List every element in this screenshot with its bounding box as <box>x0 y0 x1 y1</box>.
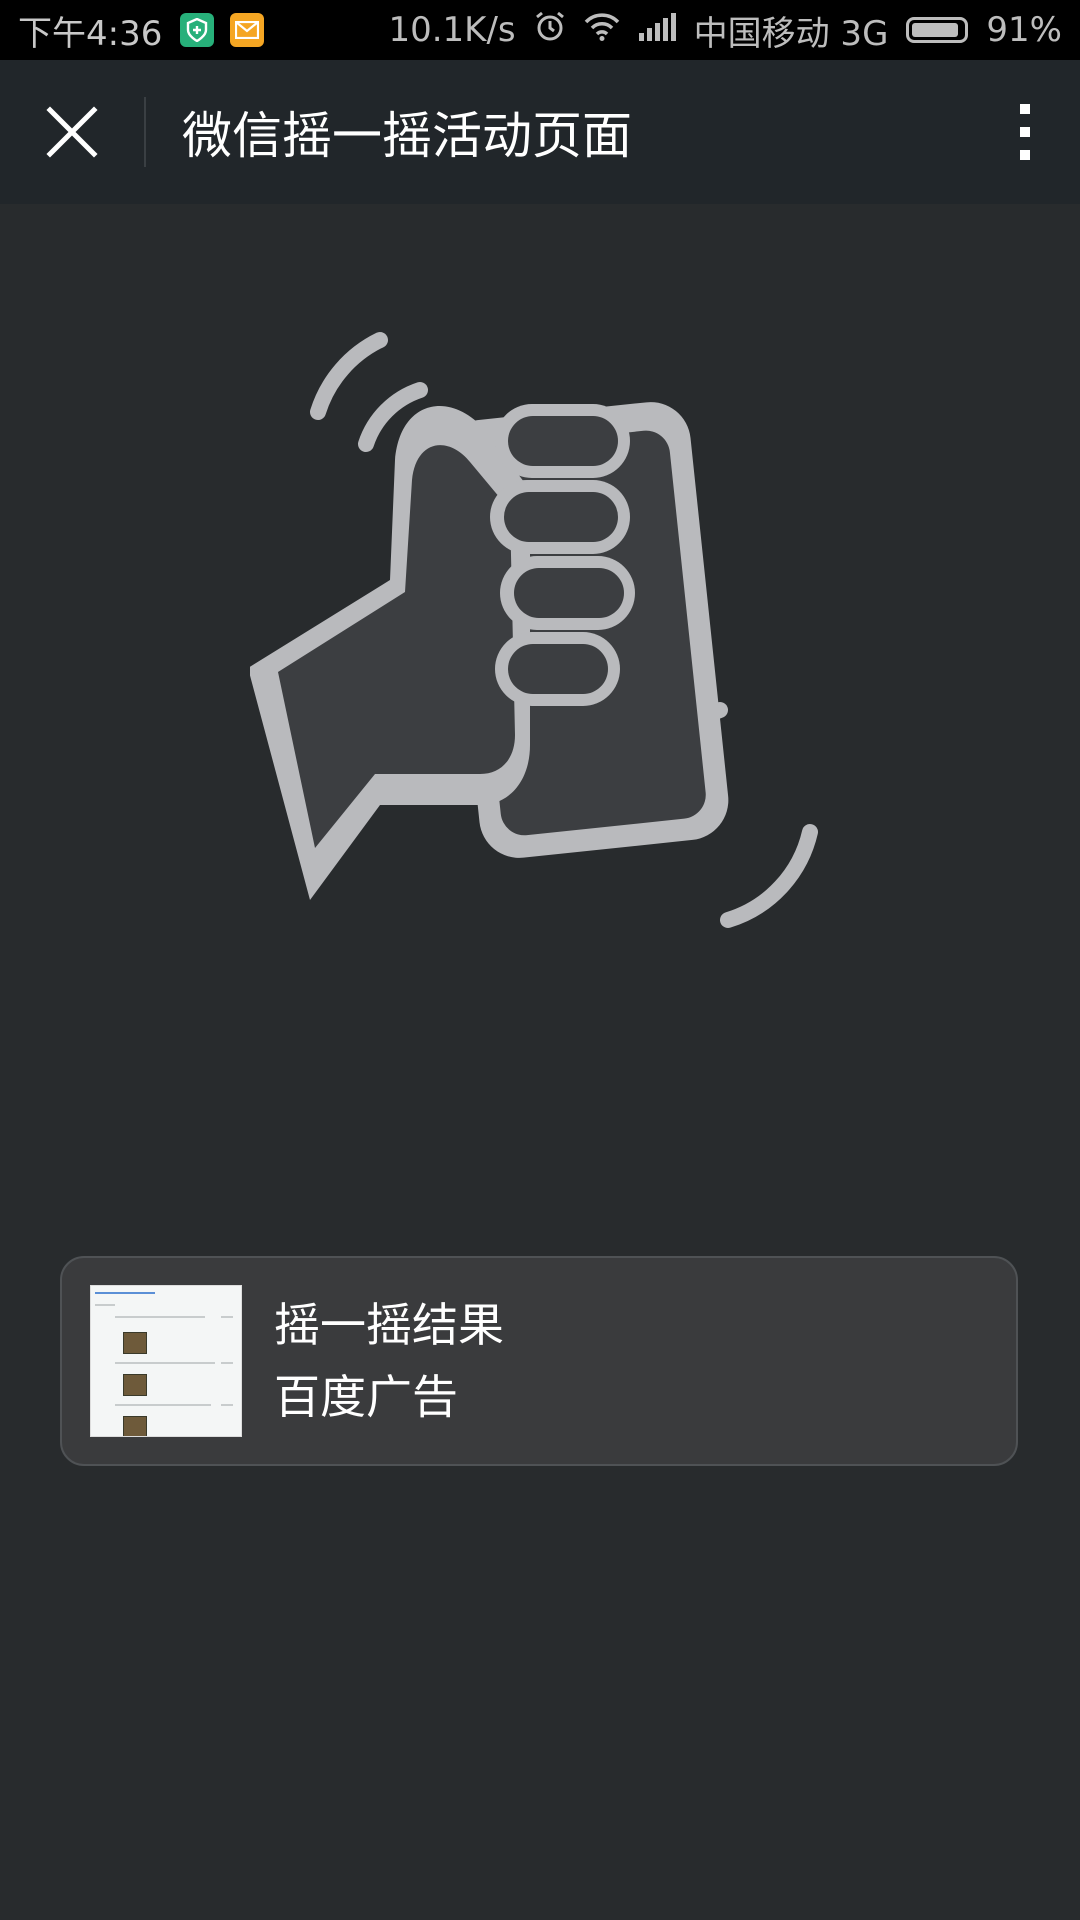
shield-app-icon <box>180 13 215 47</box>
status-bar: 下午4:36 10.1K/s 中国移动 3G 91% <box>0 0 1080 60</box>
result-title: 摇一摇结果 <box>274 1298 504 1352</box>
status-time: 下午4:36 <box>18 13 163 54</box>
nav-divider <box>144 97 146 167</box>
alarm-icon <box>534 10 566 51</box>
shake-result-card[interactable]: 摇一摇结果 百度广告 <box>60 1256 1018 1466</box>
wifi-icon <box>584 10 620 50</box>
signal-icon <box>638 10 676 50</box>
close-button[interactable] <box>0 60 144 204</box>
net-speed: 10.1K/s <box>388 10 516 50</box>
mail-app-icon <box>230 13 265 47</box>
shake-phone-hand-icon[interactable] <box>250 320 840 950</box>
battery-icon <box>906 17 969 43</box>
top-nav-bar: 微信摇一摇活动页面 <box>0 60 1080 204</box>
more-vertical-icon <box>1020 104 1030 160</box>
close-icon <box>46 106 98 158</box>
more-button[interactable] <box>970 60 1080 204</box>
page-title: 微信摇一摇活动页面 <box>182 107 632 165</box>
carrier-label: 中国移动 3G <box>693 13 889 54</box>
result-subtitle: 百度广告 <box>274 1370 458 1424</box>
result-thumbnail <box>90 1285 242 1437</box>
battery-percent: 91% <box>986 10 1062 50</box>
